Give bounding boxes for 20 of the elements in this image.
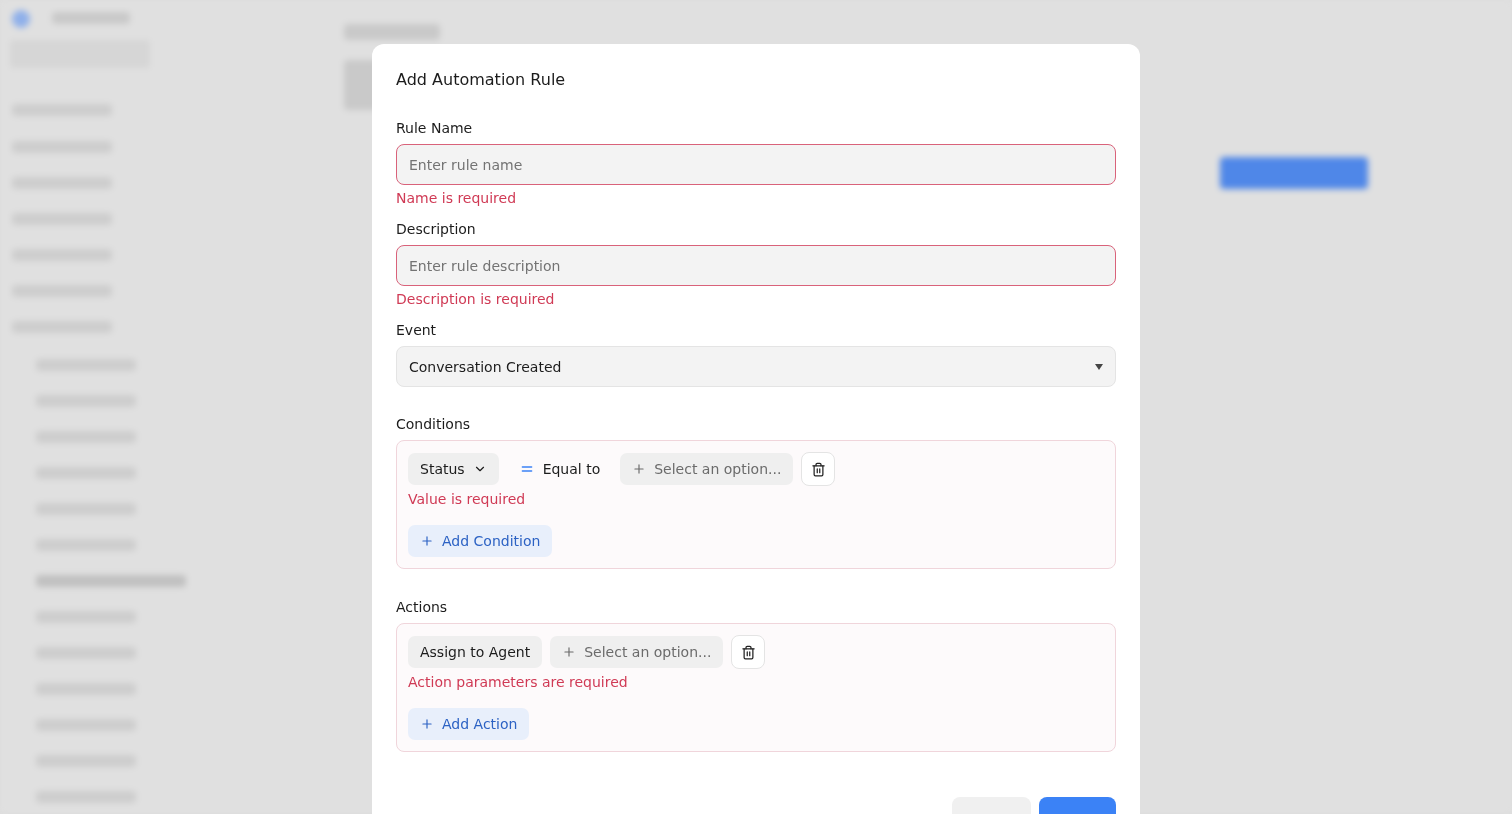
add-action-button[interactable]: Add Action <box>408 708 530 740</box>
field-label: Event <box>396 321 437 340</box>
error-message: Value is required <box>408 490 526 509</box>
value-select[interactable]: Select an option... <box>620 453 794 485</box>
event-select[interactable]: Conversation Created <box>396 346 1116 387</box>
field-label: Description <box>396 220 476 239</box>
error-message: Action parameters are required <box>408 673 628 692</box>
field-label: Rule Name <box>396 119 473 138</box>
dialog-title: Add Automation Rule <box>396 69 566 91</box>
action-select[interactable]: Assign to Agent <box>408 636 543 668</box>
operator-select[interactable]: Equal to <box>506 453 613 485</box>
add-condition-button[interactable]: Add Condition <box>408 525 553 557</box>
input-field[interactable]: Enter rule name <box>396 144 1116 185</box>
section-label: Actions <box>396 598 448 617</box>
attribute-select[interactable]: Status <box>408 453 499 485</box>
error-message: Description is required <box>396 290 555 309</box>
section-label: Conditions <box>396 415 471 434</box>
error-message: Name is required <box>396 189 517 208</box>
input-field[interactable]: Enter rule description <box>396 245 1116 286</box>
value-select[interactable]: Select an option... <box>550 636 724 668</box>
